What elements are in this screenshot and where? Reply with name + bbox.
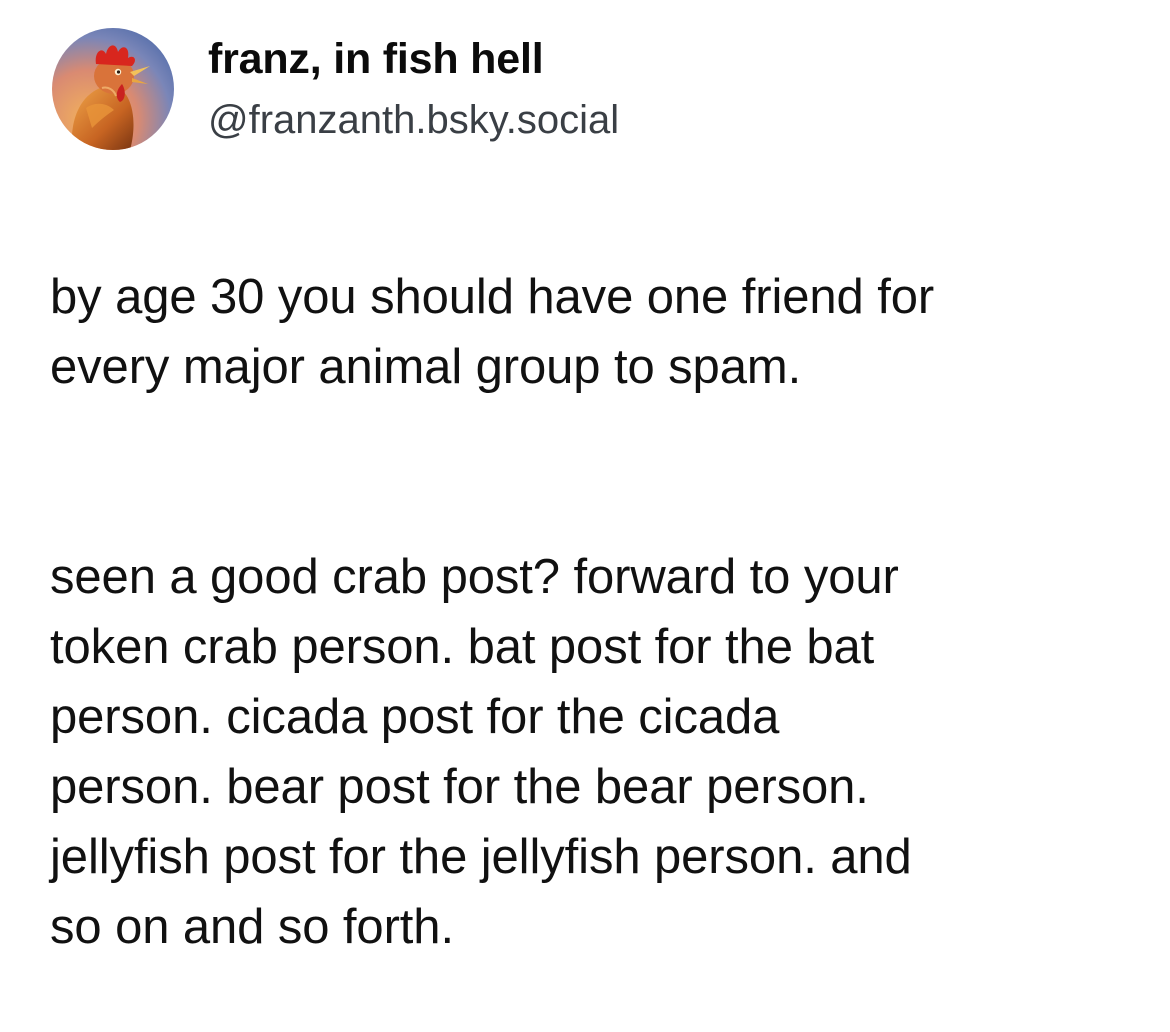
post-paragraph-1: by age 30 you should have one friend for… xyxy=(50,270,935,394)
author-handle[interactable]: @franzanth.bsky.social xyxy=(208,95,619,145)
post-text: by age 30 you should have one friend for… xyxy=(50,192,1140,1032)
author-identity: franz, in fish hell @franzanth.bsky.soci… xyxy=(208,33,619,145)
author-display-name[interactable]: franz, in fish hell xyxy=(208,33,619,85)
post-card: franz, in fish hell @franzanth.bsky.soci… xyxy=(0,0,1170,954)
post-header: franz, in fish hell @franzanth.bsky.soci… xyxy=(52,28,619,150)
rooster-avatar-icon[interactable] xyxy=(52,28,174,150)
post-paragraph-2: seen a good crab post? forward to your t… xyxy=(50,550,912,954)
